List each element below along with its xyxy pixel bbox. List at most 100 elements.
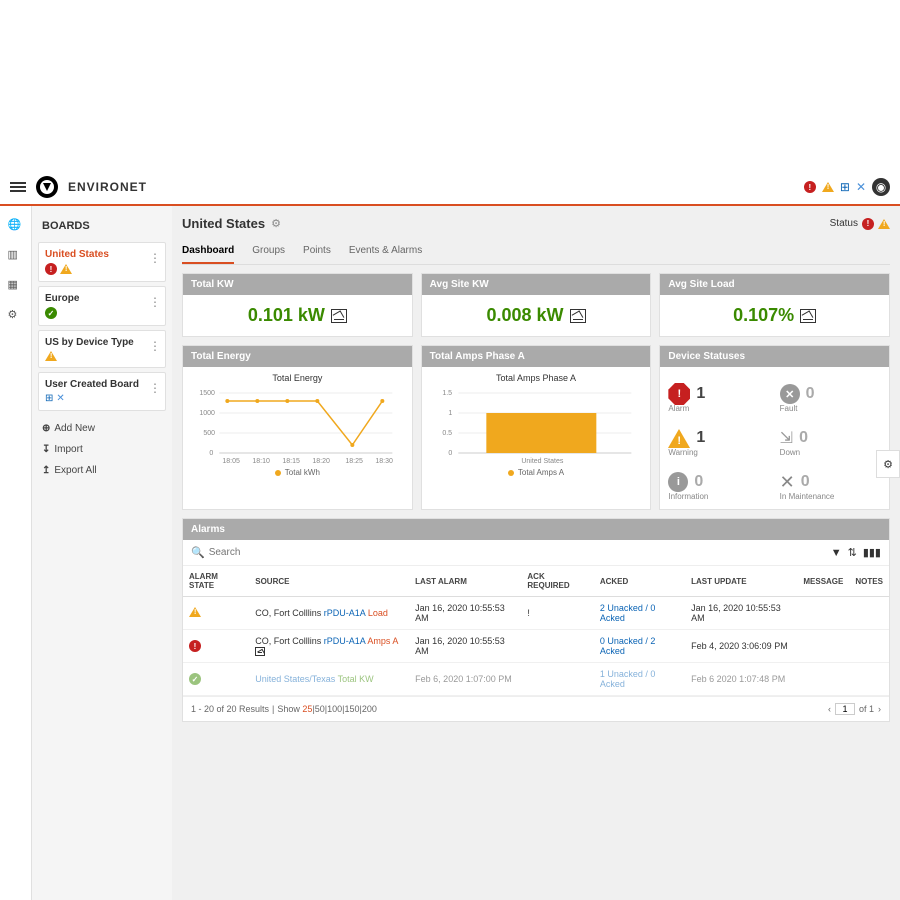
- trend-icon[interactable]: [255, 647, 265, 656]
- kpi-avg-site-kw: Avg Site KW 0.008 kW: [421, 273, 652, 337]
- svg-text:1: 1: [448, 410, 452, 417]
- warning-icon: [189, 607, 201, 617]
- svg-text:United States: United States: [521, 458, 564, 465]
- svg-text:500: 500: [203, 430, 215, 437]
- sidebar-title: BOARDS: [38, 214, 166, 238]
- left-rail: 🌐 ▥ ▦ ⚙: [0, 206, 32, 900]
- floating-settings-button[interactable]: ⚙: [876, 450, 900, 478]
- trend-icon[interactable]: [570, 309, 586, 323]
- warning-icon: [878, 219, 890, 229]
- export-all-button[interactable]: ↥ Export All: [38, 463, 166, 478]
- page-input[interactable]: [835, 703, 855, 715]
- svg-text:1000: 1000: [199, 410, 215, 417]
- more-icon[interactable]: ⋮: [149, 251, 161, 265]
- warning-icon[interactable]: [822, 182, 834, 192]
- svg-text:18:05: 18:05: [222, 458, 240, 465]
- tab-events-alarms[interactable]: Events & Alarms: [349, 239, 422, 264]
- settings-icon[interactable]: ⚙: [8, 308, 24, 324]
- alarm-icon: !: [668, 383, 690, 405]
- network-icon[interactable]: ⊞: [840, 180, 850, 194]
- info-icon: i: [668, 472, 688, 492]
- chart-total-energy: Total Energy Total Energy 1500 1000 500 …: [182, 345, 413, 510]
- page-size-25[interactable]: 25: [302, 704, 312, 714]
- search-input[interactable]: [209, 547, 825, 558]
- svg-text:1500: 1500: [199, 390, 215, 397]
- alert-icon: !: [45, 263, 57, 275]
- prev-page-icon[interactable]: ‹: [828, 704, 831, 714]
- svg-text:18:10: 18:10: [252, 458, 270, 465]
- alarms-panel: Alarms 🔍 ▼ ⇅ ▮▮▮ ALARM STATE SOURCE LAST…: [182, 518, 890, 722]
- more-icon[interactable]: ⋮: [149, 295, 161, 309]
- board-item-europe[interactable]: Europe ✓ ⋮: [38, 286, 166, 326]
- kpi-avg-site-load: Avg Site Load 0.107%: [659, 273, 890, 337]
- legend-dot-icon: [275, 470, 281, 476]
- sidebar: BOARDS United States ! ⋮ Europe ✓ ⋮ US b…: [32, 206, 172, 900]
- alarms-table: ALARM STATE SOURCE LAST ALARM ACK REQUIR…: [183, 566, 889, 696]
- legend-dot-icon: [508, 470, 514, 476]
- tools-icon[interactable]: ✕: [856, 180, 866, 194]
- hamburger-icon[interactable]: [10, 180, 26, 194]
- board-item-user-created[interactable]: User Created Board ⊞ ✕ ⋮: [38, 372, 166, 411]
- alert-icon[interactable]: !: [804, 181, 816, 193]
- board-item-united-states[interactable]: United States ! ⋮: [38, 242, 166, 282]
- acked-link[interactable]: 1 Unacked / 0 Acked: [594, 663, 685, 696]
- acked-link[interactable]: 2 Unacked / 0 Acked: [594, 597, 685, 630]
- status-label: Status: [830, 218, 858, 229]
- source-link[interactable]: rPDU-A1A: [324, 608, 366, 618]
- svg-text:18:30: 18:30: [375, 458, 393, 465]
- svg-text:18:25: 18:25: [345, 458, 363, 465]
- more-icon[interactable]: ⋮: [149, 381, 161, 395]
- warning-icon: [45, 351, 57, 361]
- globe-icon[interactable]: 🌐: [8, 218, 24, 234]
- svg-text:0.5: 0.5: [442, 430, 452, 437]
- kpi-total-kw: Total KW 0.101 kW: [182, 273, 413, 337]
- more-icon[interactable]: ⋮: [149, 339, 161, 353]
- topbar: ENVIRONET ! ⊞ ✕ ◉: [0, 170, 900, 206]
- maintenance-icon: ✕: [780, 472, 795, 493]
- table-row[interactable]: ! CO, Fort Colllins rPDU-A1A Amps A Jan …: [183, 630, 889, 663]
- tab-groups[interactable]: Groups: [252, 239, 285, 264]
- page-size-50[interactable]: 50: [315, 704, 325, 714]
- import-button[interactable]: ↧ Import: [38, 442, 166, 457]
- tab-dashboard[interactable]: Dashboard: [182, 239, 234, 264]
- table-row[interactable]: ✓ United States/Texas Total KW Feb 6, 20…: [183, 663, 889, 696]
- add-new-button[interactable]: ⊕ Add New: [38, 421, 166, 436]
- gear-icon[interactable]: ⚙: [271, 217, 281, 230]
- acked-link[interactable]: 0 Unacked / 2 Acked: [594, 630, 685, 663]
- warning-icon: [60, 264, 72, 274]
- user-icon[interactable]: ◉: [872, 178, 890, 196]
- pagination: 1 - 20 of 20 Results | Show 25 | 50 | 10…: [183, 696, 889, 721]
- page-size-100[interactable]: 100: [327, 704, 342, 714]
- chart-total-amps: Total Amps Phase A Total Amps Phase A 1.…: [421, 345, 652, 510]
- building-icon[interactable]: ▦: [8, 278, 24, 294]
- network-icon: ⊞: [45, 393, 53, 404]
- search-icon: 🔍: [191, 546, 205, 559]
- sort-icon[interactable]: ⇅: [848, 546, 857, 559]
- line-chart-svg: 1500 1000 500 0 18:0518:1018:1518:2018:2…: [191, 385, 404, 465]
- board-item-us-device-type[interactable]: US by Device Type ⋮: [38, 330, 166, 368]
- page-size-150[interactable]: 150: [345, 704, 360, 714]
- alert-icon: !: [862, 218, 874, 230]
- next-page-icon[interactable]: ›: [878, 704, 881, 714]
- page-size-200[interactable]: 200: [362, 704, 377, 714]
- device-statuses-card: Device Statuses !1Alarm ✕0Fault 1Warning…: [659, 345, 890, 510]
- tab-points[interactable]: Points: [303, 239, 331, 264]
- brand-name: ENVIRONET: [68, 180, 147, 194]
- check-icon: ✓: [189, 673, 201, 685]
- tools-icon: ✕: [56, 393, 64, 404]
- filter-icon[interactable]: ▼: [831, 547, 842, 559]
- trend-icon[interactable]: [800, 309, 816, 323]
- check-icon: ✓: [45, 307, 57, 319]
- content-area: United States ⚙ Status ! Dashboard Group…: [172, 206, 900, 900]
- fault-icon: ✕: [780, 384, 800, 404]
- tabs: Dashboard Groups Points Events & Alarms: [182, 239, 890, 265]
- columns-icon[interactable]: ▮▮▮: [863, 546, 881, 559]
- trend-icon[interactable]: [331, 309, 347, 323]
- logo-icon: [36, 176, 58, 198]
- svg-text:0: 0: [209, 450, 213, 457]
- page-title: United States: [182, 216, 265, 231]
- chart-icon[interactable]: ▥: [8, 248, 24, 264]
- table-row[interactable]: CO, Fort Colllins rPDU-A1A Load Jan 16, …: [183, 597, 889, 630]
- warning-icon: [668, 429, 690, 448]
- source-link[interactable]: rPDU-A1A: [324, 636, 366, 646]
